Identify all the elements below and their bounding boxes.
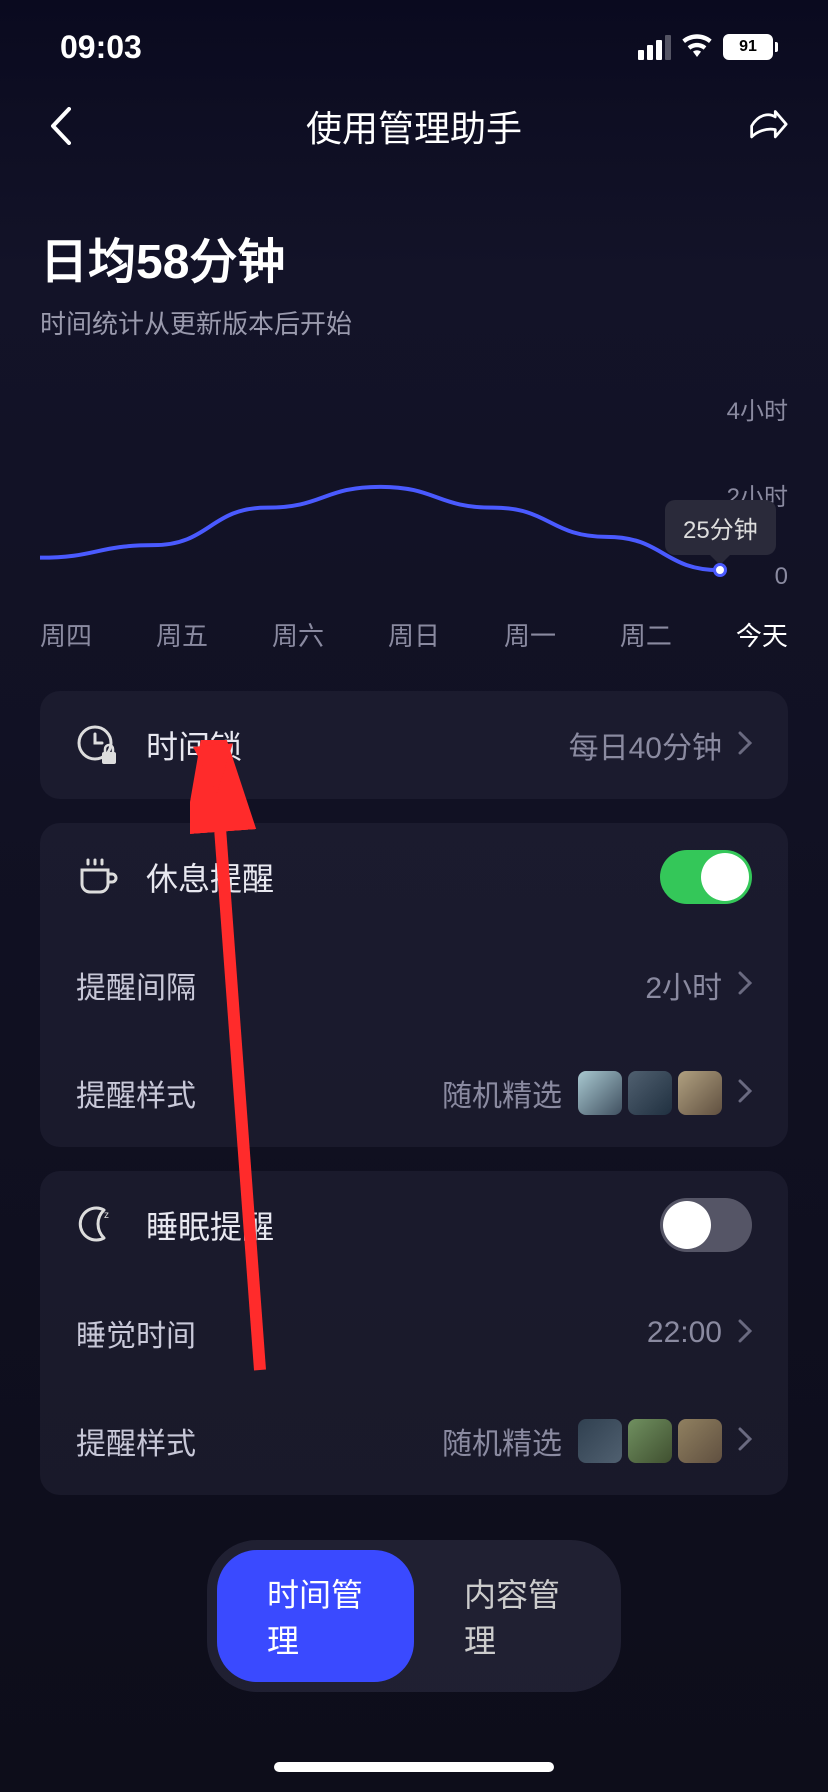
sleep-reminder-toggle[interactable] bbox=[660, 1198, 752, 1252]
chevron-right-icon bbox=[738, 1319, 752, 1348]
sleep-reminder-row: z 睡眠提醒 bbox=[76, 1171, 752, 1279]
page-title: 使用管理助手 bbox=[306, 100, 522, 152]
reminder-interval-row[interactable]: 提醒间隔 2小时 bbox=[76, 931, 752, 1039]
clock-lock-icon bbox=[76, 724, 118, 766]
usage-chart[interactable]: 4小时 2小时 0 25分钟 周四 周五 周六 周日 周一 周二 今天 bbox=[0, 361, 828, 661]
reminder-style-row[interactable]: 提醒样式 随机精选 bbox=[76, 1039, 752, 1147]
sleep-reminder-card: z 睡眠提醒 睡觉时间 22:00 提醒样式 随机精选 bbox=[40, 1171, 788, 1495]
chart-y-axis: 4小时 2小时 0 bbox=[727, 391, 788, 591]
chart-data-point bbox=[713, 563, 727, 577]
share-button[interactable] bbox=[748, 106, 788, 146]
status-bar: 09:03 91 bbox=[0, 0, 828, 80]
reminder-style-label: 提醒样式 bbox=[76, 1071, 196, 1115]
status-time: 09:03 bbox=[60, 29, 142, 66]
rest-reminder-label: 休息提醒 bbox=[146, 854, 274, 900]
home-indicator[interactable] bbox=[274, 1762, 554, 1772]
sleep-time-label: 睡觉时间 bbox=[76, 1311, 196, 1355]
stats-subtitle: 时间统计从更新版本后开始 bbox=[40, 304, 788, 341]
rest-reminder-toggle[interactable] bbox=[660, 850, 752, 904]
sleep-reminder-label: 睡眠提醒 bbox=[146, 1202, 274, 1248]
chevron-right-icon bbox=[738, 1079, 752, 1108]
coffee-cup-icon bbox=[76, 856, 118, 898]
back-button[interactable] bbox=[40, 106, 80, 146]
battery-icon: 91 bbox=[723, 34, 778, 60]
chart-line bbox=[40, 391, 720, 591]
status-icons: 91 bbox=[638, 33, 778, 62]
daily-average-title: 日均58分钟 bbox=[40, 222, 788, 292]
time-lock-label: 时间锁 bbox=[146, 722, 242, 768]
sleep-style-value: 随机精选 bbox=[442, 1419, 562, 1463]
tab-time-management[interactable]: 时间管理 bbox=[217, 1550, 414, 1682]
rest-reminder-card: 休息提醒 提醒间隔 2小时 提醒样式 随机精选 bbox=[40, 823, 788, 1147]
reminder-interval-label: 提醒间隔 bbox=[76, 963, 196, 1007]
cellular-signal-icon bbox=[638, 35, 671, 60]
time-lock-card[interactable]: 时间锁 每日40分钟 bbox=[40, 691, 788, 799]
bottom-tab-bar: 时间管理 内容管理 bbox=[207, 1540, 621, 1692]
sleep-style-label: 提醒样式 bbox=[76, 1419, 196, 1463]
reminder-style-value: 随机精选 bbox=[442, 1071, 562, 1115]
sleep-time-value: 22:00 bbox=[647, 1316, 722, 1350]
chart-tooltip: 25分钟 bbox=[665, 500, 776, 555]
chart-x-axis: 周四 周五 周六 周日 周一 周二 今天 bbox=[40, 596, 788, 653]
header: 使用管理助手 bbox=[0, 80, 828, 172]
chevron-right-icon bbox=[738, 971, 752, 1000]
svg-text:z: z bbox=[104, 1210, 109, 1221]
sleep-time-row[interactable]: 睡觉时间 22:00 bbox=[76, 1279, 752, 1387]
rest-reminder-row: 休息提醒 bbox=[76, 823, 752, 931]
moon-icon: z bbox=[76, 1204, 118, 1246]
time-lock-value: 每日40分钟 bbox=[569, 723, 722, 767]
sleep-style-row[interactable]: 提醒样式 随机精选 bbox=[76, 1387, 752, 1495]
chevron-right-icon bbox=[738, 1427, 752, 1456]
usage-stats: 日均58分钟 时间统计从更新版本后开始 bbox=[0, 172, 828, 361]
wifi-icon bbox=[681, 33, 713, 62]
style-thumbnails bbox=[578, 1419, 722, 1463]
reminder-interval-value: 2小时 bbox=[645, 963, 722, 1007]
style-thumbnails bbox=[578, 1071, 722, 1115]
tab-content-management[interactable]: 内容管理 bbox=[414, 1550, 611, 1682]
chevron-right-icon bbox=[738, 731, 752, 760]
